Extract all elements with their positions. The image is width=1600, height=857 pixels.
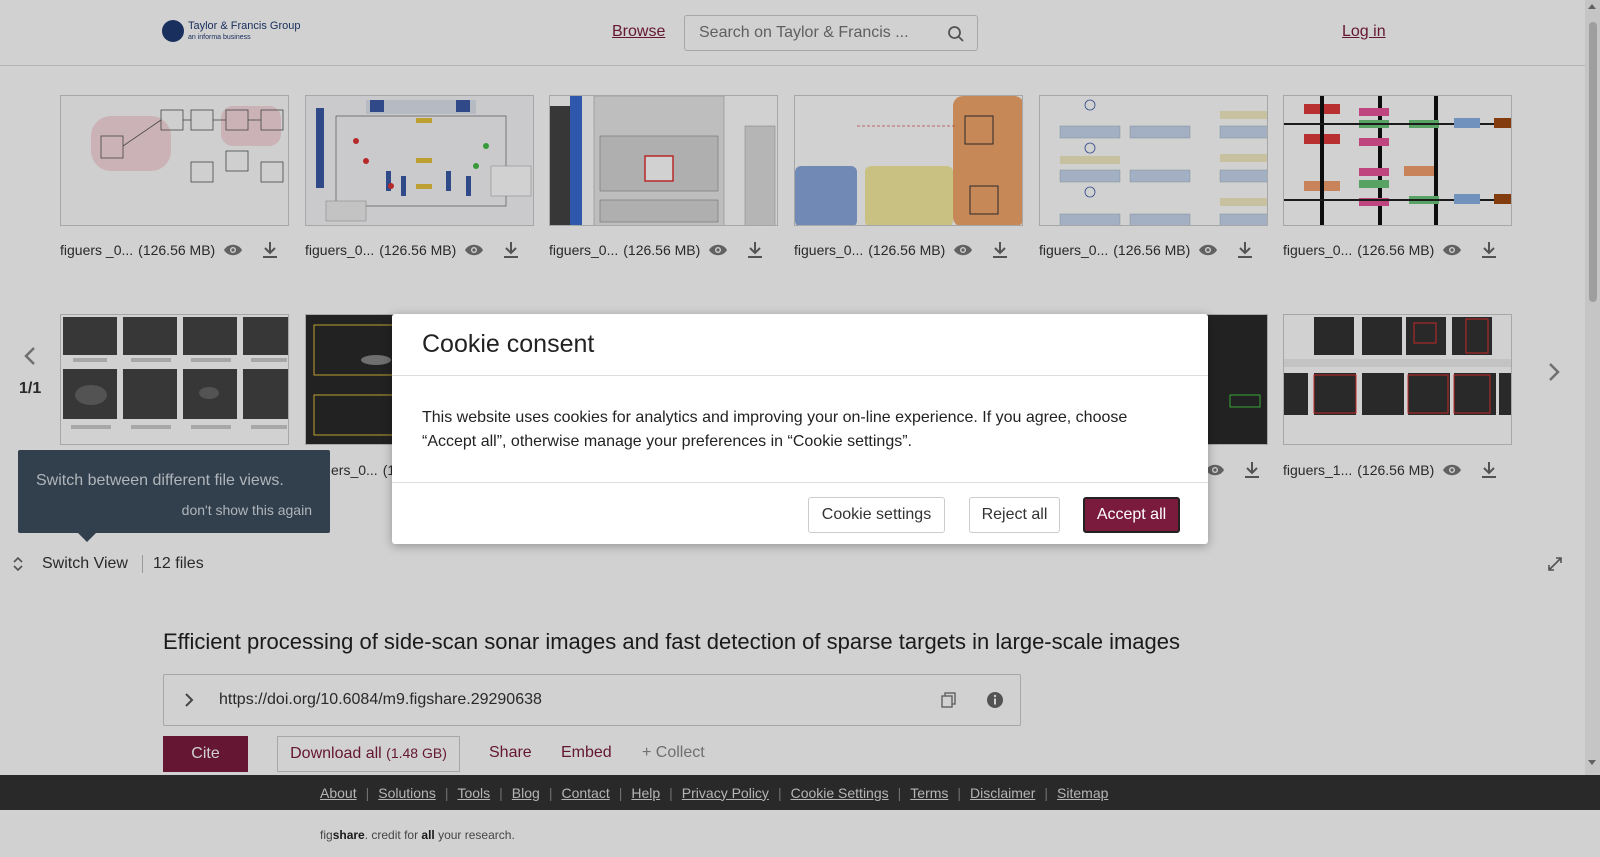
divider <box>392 482 1208 483</box>
cookie-settings-button[interactable]: Cookie settings <box>808 497 945 533</box>
accept-all-button[interactable]: Accept all <box>1083 497 1180 533</box>
cookie-consent-dialog: Cookie consent This website uses cookies… <box>392 314 1208 544</box>
reject-all-button[interactable]: Reject all <box>969 497 1060 533</box>
cookie-consent-text: This website uses cookies for analytics … <box>422 409 1128 450</box>
divider <box>392 375 1208 376</box>
cookie-consent-title: Cookie consent <box>422 330 595 358</box>
